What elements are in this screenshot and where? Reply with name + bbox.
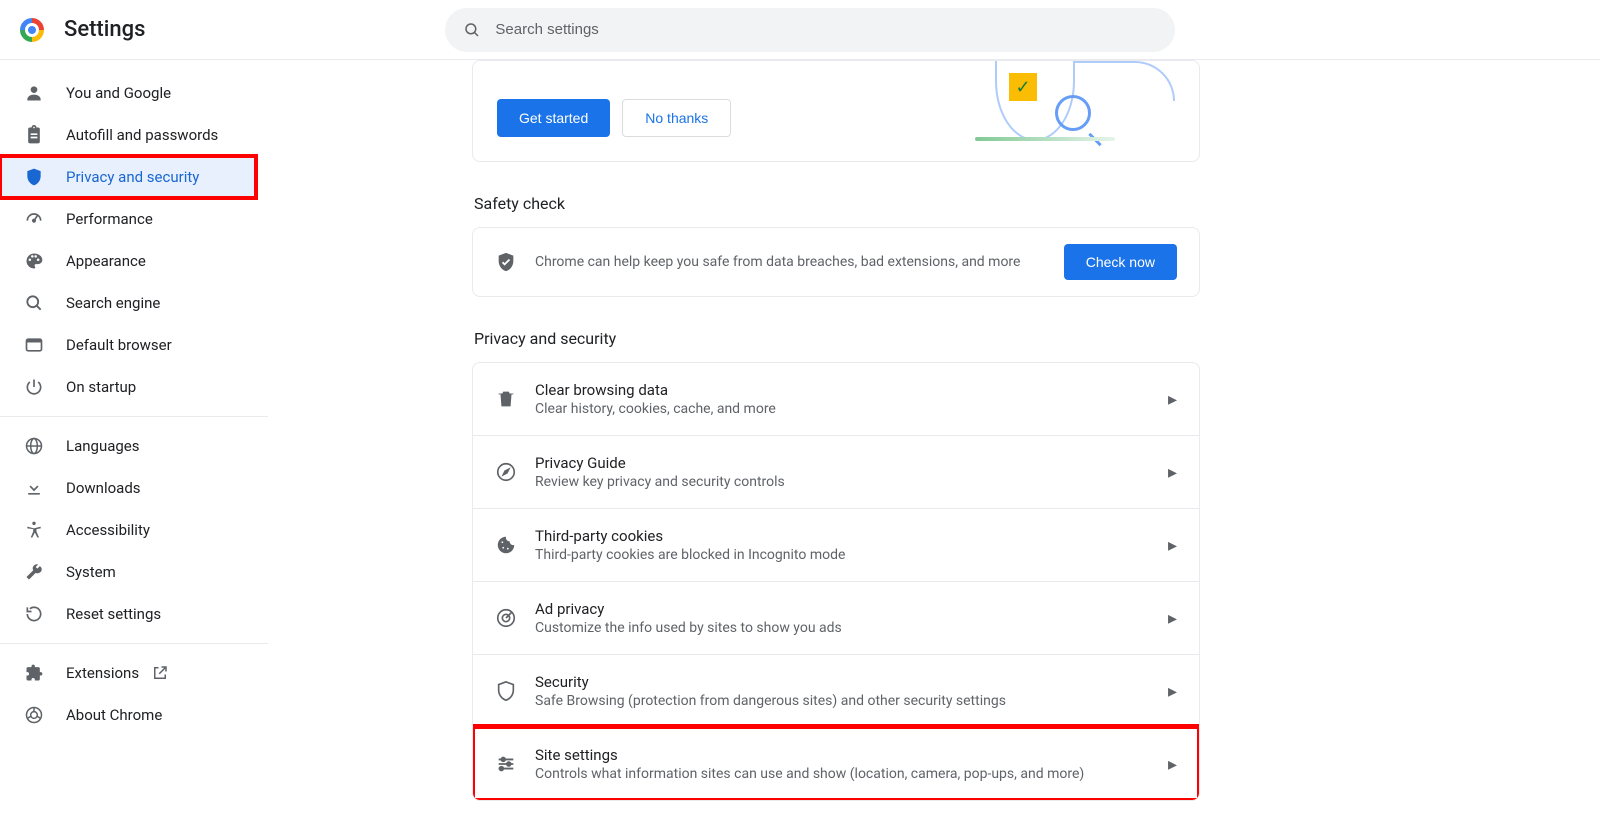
option-title: Site settings [535, 746, 1168, 764]
safety-check-text: Chrome can help keep you safe from data … [535, 254, 1064, 270]
chevron-right-icon: ▸ [1168, 462, 1177, 483]
sidebar-item-about-chrome[interactable]: About Chrome [0, 694, 256, 736]
sidebar-item-label: On startup [66, 378, 136, 396]
privacy-guide-banner: Get started No thanks ✓ [472, 60, 1200, 162]
globe-icon [24, 436, 44, 456]
no-thanks-button[interactable]: No thanks [622, 99, 731, 137]
browser-icon [24, 335, 44, 355]
sidebar-item-label: Extensions [66, 664, 139, 682]
chrome-icon [24, 705, 44, 725]
option-subtitle: Review key privacy and security controls [535, 474, 1168, 490]
sidebar-item-label: Search engine [66, 294, 160, 312]
clipboard-icon [24, 125, 44, 145]
sidebar-item-accessibility[interactable]: Accessibility [0, 509, 256, 551]
wrench-icon [24, 562, 44, 582]
main-content: Get started No thanks ✓ Safety check [268, 60, 1600, 834]
chevron-right-icon: ▸ [1168, 535, 1177, 556]
cookie-icon [495, 534, 517, 556]
option-title: Ad privacy [535, 600, 1168, 618]
sidebar-item-label: System [66, 563, 116, 581]
sidebar-item-label: Languages [66, 437, 140, 455]
sidebar-item-default-browser[interactable]: Default browser [0, 324, 256, 366]
reset-icon [24, 604, 44, 624]
search-icon [463, 21, 481, 39]
safety-check-card: Chrome can help keep you safe from data … [472, 227, 1200, 297]
option-subtitle: Customize the info used by sites to show… [535, 620, 1168, 636]
sidebar-item-search-engine[interactable]: Search engine [0, 282, 256, 324]
option-subtitle: Safe Browsing (protection from dangerous… [535, 693, 1168, 709]
download-icon [24, 478, 44, 498]
open-external-icon [151, 664, 169, 682]
sidebar-item-performance[interactable]: Performance [0, 198, 256, 240]
option-title: Third-party cookies [535, 527, 1168, 545]
sidebar-item-label: You and Google [66, 84, 171, 102]
power-icon [24, 377, 44, 397]
privacy-options-list: Clear browsing data Clear history, cookie… [472, 362, 1200, 801]
option-title: Security [535, 673, 1168, 691]
compass-icon [495, 461, 517, 483]
adtarget-icon [495, 607, 517, 629]
top-bar: Settings [0, 0, 1600, 60]
chevron-right-icon: ▸ [1168, 608, 1177, 629]
option-subtitle: Third-party cookies are blocked in Incog… [535, 547, 1168, 563]
sidebar-item-downloads[interactable]: Downloads [0, 467, 256, 509]
search-icon [24, 293, 44, 313]
banner-illustration: ✓ [915, 61, 1175, 141]
sidebar-item-label: Accessibility [66, 521, 150, 539]
palette-icon [24, 251, 44, 271]
sidebar-item-label: Default browser [66, 336, 172, 354]
option-subtitle: Controls what information sites can use … [535, 766, 1168, 782]
shield-o-icon [495, 680, 517, 702]
sidebar-item-on-startup[interactable]: On startup [0, 366, 256, 408]
sidebar-item-languages[interactable]: Languages [0, 425, 256, 467]
sidebar-item-label: Appearance [66, 252, 146, 270]
sidebar-item-label: Privacy and security [66, 168, 199, 186]
speed-icon [24, 209, 44, 229]
option-title: Privacy Guide [535, 454, 1168, 472]
sidebar-item-label: Performance [66, 210, 153, 228]
get-started-button[interactable]: Get started [497, 99, 610, 137]
chevron-right-icon: ▸ [1168, 389, 1177, 410]
sidebar-item-appearance[interactable]: Appearance [0, 240, 256, 282]
puzzle-icon [24, 663, 44, 683]
option-row-clear-browsing-data[interactable]: Clear browsing data Clear history, cookie… [473, 363, 1199, 435]
option-row-security[interactable]: Security Safe Browsing (protection from d… [473, 654, 1199, 727]
person-icon [24, 83, 44, 103]
sidebar-item-label: Autofill and passwords [66, 126, 218, 144]
option-row-site-settings[interactable]: Site settings Controls what information s… [473, 727, 1199, 800]
sidebar-item-extensions[interactable]: Extensions [0, 652, 256, 694]
option-title: Clear browsing data [535, 381, 1168, 399]
search-settings-field[interactable] [445, 8, 1175, 52]
shield-icon [24, 167, 44, 187]
sidebar-item-label: About Chrome [66, 706, 162, 724]
sliders-icon [495, 753, 517, 775]
sidebar-item-autofill-and-passwords[interactable]: Autofill and passwords [0, 114, 256, 156]
privacy-security-heading: Privacy and security [474, 329, 1200, 348]
sidebar-item-reset-settings[interactable]: Reset settings [0, 593, 256, 635]
check-now-button[interactable]: Check now [1064, 244, 1177, 280]
option-subtitle: Clear history, cookies, cache, and more [535, 401, 1168, 417]
chrome-logo-icon [20, 18, 44, 42]
sidebar-item-label: Reset settings [66, 605, 161, 623]
sidebar-item-privacy-and-security[interactable]: Privacy and security [0, 156, 256, 198]
option-row-ad-privacy[interactable]: Ad privacy Customize the info used by sit… [473, 581, 1199, 654]
page-title: Settings [64, 17, 145, 42]
option-row-third-party-cookies[interactable]: Third-party cookies Third-party cookies a… [473, 508, 1199, 581]
option-row-privacy-guide[interactable]: Privacy Guide Review key privacy and secu… [473, 435, 1199, 508]
shield-check-icon [495, 251, 517, 273]
chevron-right-icon: ▸ [1168, 681, 1177, 702]
trash-icon [495, 388, 517, 410]
sidebar-nav: You and Google Autofill and passwords Priv… [0, 60, 268, 834]
search-input[interactable] [495, 21, 1157, 38]
safety-check-heading: Safety check [474, 194, 1200, 213]
accessibility-icon [24, 520, 44, 540]
chevron-right-icon: ▸ [1168, 754, 1177, 775]
sidebar-item-system[interactable]: System [0, 551, 256, 593]
sidebar-item-label: Downloads [66, 479, 141, 497]
sidebar-item-you-and-google[interactable]: You and Google [0, 72, 256, 114]
